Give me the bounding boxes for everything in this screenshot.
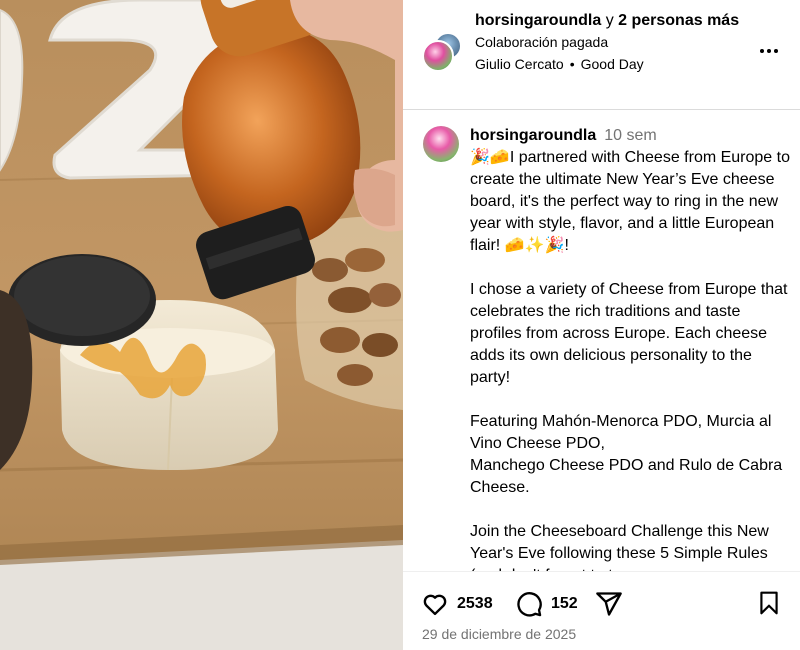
caption-body: horsingaroundla 10 sem 🎉🧀I partnered with … [470,125,792,571]
share-button[interactable] [595,590,623,618]
more-horizontal-icon [760,49,778,53]
caption-text-1: 🎉🧀I partnered with Cheese from Europe to… [470,149,790,254]
header-conjunction: y [605,12,614,29]
video-frame-illustration [0,0,403,650]
author-avatar[interactable] [422,40,454,72]
header-username-link[interactable]: horsingaroundla [475,12,601,29]
caption-username-link[interactable]: horsingaroundla [470,127,596,144]
save-button[interactable] [756,590,782,616]
comment-count[interactable]: 152 [551,595,578,613]
collab-avatars[interactable] [422,32,464,74]
audio-separator: • [569,56,575,72]
paid-partnership-label[interactable]: Colaboración pagada [475,32,745,53]
post-date[interactable]: 29 de diciembre de 2025 [422,626,576,642]
post-side-panel: horsingaroundla y 2 personas más Colabor… [403,0,800,650]
audio-info[interactable]: Giulio Cercato • Good Day [475,53,745,75]
post-media[interactable] [0,0,403,650]
post-actions-bar: 2538 152 29 de diciembre de 2025 [403,571,800,650]
caption-paragraph-3: Featuring Mahón-Menorca PDO, Murcia al V… [470,413,783,496]
more-options-button[interactable] [755,40,783,62]
audio-title[interactable]: Good Day [581,56,644,72]
caption-paragraph-1: horsingaroundla 10 sem 🎉🧀I partnered with … [470,125,792,257]
paper-plane-icon [596,592,622,616]
header-others-link[interactable]: 2 personas más [618,12,739,29]
header-text: horsingaroundla y 2 personas más Colabor… [475,10,745,75]
header-authors: horsingaroundla y 2 personas más [475,10,745,32]
like-count[interactable]: 2538 [457,595,493,613]
audio-artist[interactable]: Giulio Cercato [475,56,564,72]
heart-icon [423,594,447,616]
bookmark-icon [760,591,778,615]
like-button[interactable]: 2538 [421,590,493,618]
caption-paragraph-4: Join the Cheeseboard Challenge this New … [470,523,769,571]
caption-avatar[interactable] [423,126,459,162]
caption-area: horsingaroundla 10 sem 🎉🧀I partnered with … [403,111,800,571]
post-header: horsingaroundla y 2 personas más Colabor… [403,0,800,110]
comment-icon [517,592,542,617]
caption-timestamp[interactable]: 10 sem [604,127,656,144]
comment-button[interactable]: 152 [515,590,578,618]
caption-paragraph-2: I chose a variety of Cheese from Europe … [470,281,788,386]
